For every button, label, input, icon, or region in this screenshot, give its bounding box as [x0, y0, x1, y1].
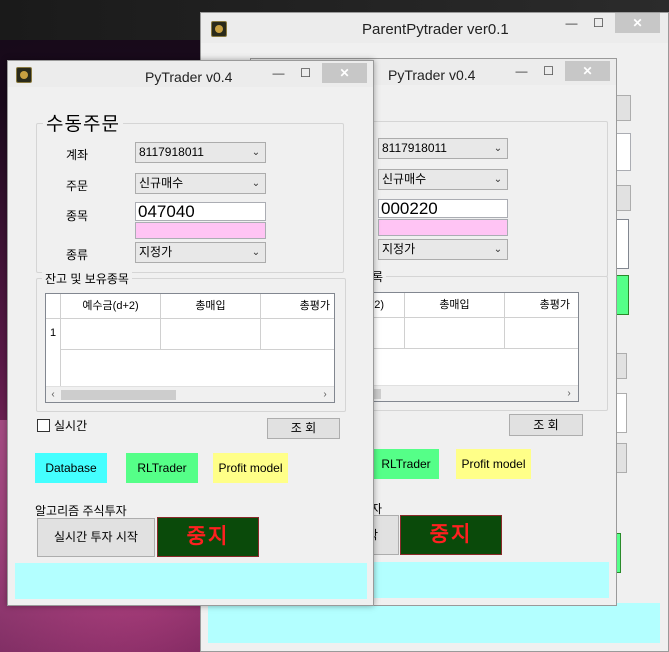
realtime-checkbox[interactable]	[37, 419, 50, 432]
price-type-value: 지정가	[382, 242, 416, 256]
algo-title: 알고리즘 주식투자	[35, 504, 127, 518]
grid-col-total-eval: 총평가	[505, 293, 578, 318]
grid-cell[interactable]	[61, 319, 161, 350]
parent-status-bar	[208, 603, 660, 643]
stock-code-input[interactable]: 047040	[135, 202, 266, 221]
parent-side-button-2[interactable]	[615, 185, 631, 211]
database-button[interactable]: Database	[35, 453, 107, 483]
price-type-select[interactable]: 지정가 ⌄	[378, 239, 508, 260]
grid-col-total-purchase: 총매입	[405, 293, 505, 318]
balance-grid[interactable]: 예수금(d+2) 총매입 총평가 1 ‹ ›	[45, 293, 335, 403]
grid-cell[interactable]	[405, 318, 505, 349]
grid-col-total-eval: 총평가	[299, 300, 330, 312]
account-select-value: 8117918011	[139, 145, 204, 159]
grid-cell[interactable]	[161, 319, 261, 350]
parent-titlebar[interactable]: ParentPytrader ver0.1 — ☐ ✕	[201, 13, 668, 43]
back-window-title: PyTrader v0.4	[388, 67, 476, 83]
scrollbar-thumb[interactable]	[61, 390, 176, 400]
front-titlebar[interactable]: PyTrader v0.4 — ☐ ✕	[8, 61, 373, 87]
balance-group-title: 잔고 및 보유종목	[42, 270, 132, 287]
minimize-button[interactable]: —	[508, 61, 535, 81]
close-button[interactable]: ✕	[615, 13, 660, 33]
order-type-value: 신규매수	[139, 176, 184, 190]
chevron-down-icon: ⌄	[493, 143, 503, 154]
scroll-right-icon[interactable]: ›	[318, 387, 332, 402]
manual-order-title: 수동주문	[43, 109, 123, 136]
minimize-button[interactable]: —	[265, 63, 292, 83]
chevron-down-icon: ⌄	[251, 247, 261, 258]
stock-code-input[interactable]: 000220	[378, 199, 508, 218]
chevron-down-icon: ⌄	[493, 174, 503, 185]
stock-name-display	[378, 219, 508, 236]
order-type-select[interactable]: 신규매수 ⌄	[135, 173, 266, 194]
chevron-down-icon: ⌄	[251, 147, 261, 158]
front-pytrader-window: PyTrader v0.4 — ☐ ✕ 수동주문 계좌 8117918011 ⌄…	[7, 60, 374, 606]
grid-row-header-corner	[46, 294, 61, 319]
price-type-select[interactable]: 지정가 ⌄	[135, 242, 266, 263]
order-type-value: 신규매수	[382, 172, 427, 186]
grid-col-total-purchase: 총매입	[161, 294, 261, 319]
front-window-title: PyTrader v0.4	[145, 69, 233, 85]
stop-button[interactable]: 중지	[400, 515, 502, 555]
minimize-button[interactable]: —	[558, 13, 585, 33]
scroll-left-icon[interactable]: ‹	[46, 387, 60, 402]
rltrader-button[interactable]: RLTrader	[126, 453, 198, 483]
account-select[interactable]: 8117918011 ⌄	[378, 138, 508, 159]
chevron-down-icon: ⌄	[251, 178, 261, 189]
app-icon	[211, 21, 227, 37]
price-type-value: 지정가	[139, 245, 173, 259]
maximize-button[interactable]: ☐	[292, 63, 319, 83]
order-label: 주문	[66, 179, 89, 193]
grid-row-label: 1	[50, 327, 57, 339]
realtime-start-button[interactable]: 실시간 투자 시작	[37, 518, 155, 557]
inquiry-button[interactable]: 조 회	[267, 418, 340, 439]
order-type-select[interactable]: 신규매수 ⌄	[378, 169, 508, 190]
app-icon	[16, 67, 32, 83]
parent-side-list[interactable]	[615, 219, 629, 269]
parent-side-green	[615, 275, 629, 315]
account-label: 계좌	[66, 148, 89, 162]
rltrader-button[interactable]: RLTrader	[373, 449, 439, 479]
profit-model-button[interactable]: Profit model	[456, 449, 531, 479]
maximize-button[interactable]: ☐	[535, 61, 562, 81]
stop-button[interactable]: 중지	[157, 517, 259, 557]
code-label: 종목	[66, 209, 89, 223]
front-status-bar	[15, 563, 367, 599]
stock-name-display	[135, 222, 266, 239]
maximize-button[interactable]: ☐	[585, 13, 612, 33]
price-type-label: 종류	[66, 248, 89, 262]
scroll-right-icon[interactable]: ›	[562, 386, 576, 401]
grid-cell[interactable]	[505, 318, 578, 349]
grid-col-deposit: 예수금(d+2)	[61, 294, 161, 319]
inquiry-button[interactable]: 조 회	[509, 414, 583, 436]
grid-header: 예수금(d+2) 총매입 총평가	[46, 294, 334, 319]
grid-horizontal-scrollbar[interactable]: ‹ ›	[46, 386, 334, 402]
close-button[interactable]: ✕	[322, 63, 367, 83]
parent-window-title: ParentPytrader ver0.1	[362, 21, 509, 38]
account-select-value: 8117918011	[382, 141, 447, 155]
grid-cell[interactable]	[261, 319, 334, 350]
profit-model-button[interactable]: Profit model	[213, 453, 288, 483]
realtime-label[interactable]: 실시간	[54, 417, 87, 434]
close-button[interactable]: ✕	[565, 61, 610, 81]
chevron-down-icon: ⌄	[493, 244, 503, 255]
account-select[interactable]: 8117918011 ⌄	[135, 142, 266, 163]
parent-side-field-1	[615, 133, 631, 171]
parent-side-button-1[interactable]	[615, 95, 631, 121]
